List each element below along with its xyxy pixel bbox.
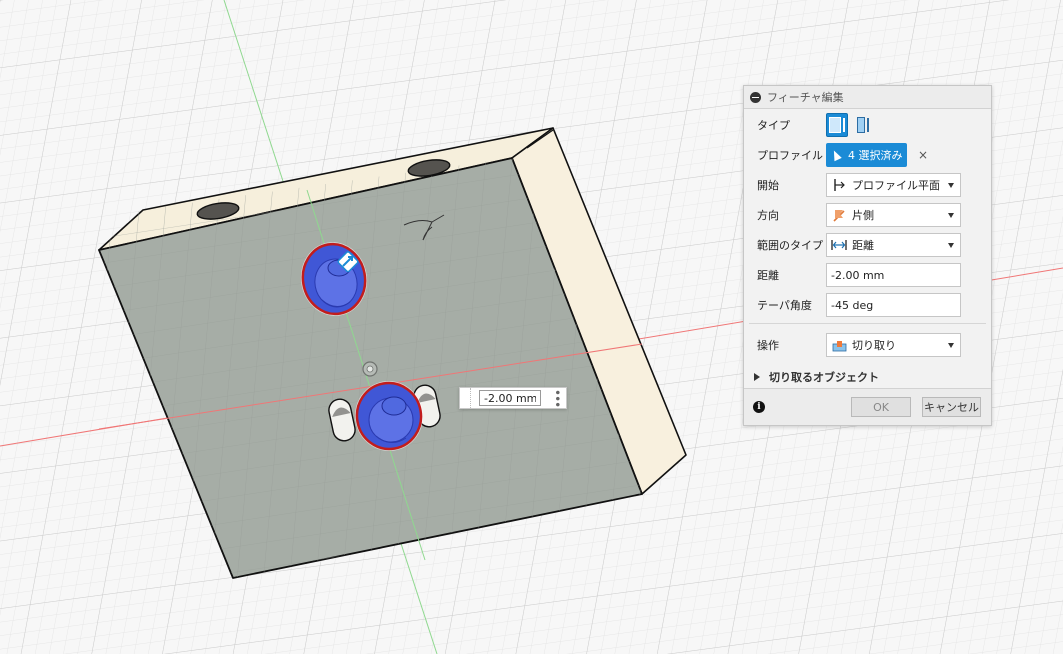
drag-grip-icon[interactable]: [462, 388, 471, 408]
operation-dropdown[interactable]: 切り取り: [826, 333, 961, 357]
row-extent-type: 範囲のタイプ 距離: [744, 232, 991, 258]
row-start: 開始 プロファイル平面: [744, 172, 991, 198]
expand-arrow-icon: [754, 373, 760, 381]
distance-icon: [831, 237, 847, 253]
profile-selected-count: 4 選択済み: [848, 149, 903, 162]
type-label: タイプ: [757, 119, 790, 132]
row-profile: プロファイル 4 選択済み ×: [744, 142, 991, 168]
extent-type-value: 距離: [852, 239, 874, 252]
divider: [749, 323, 986, 324]
chevron-down-icon: [948, 343, 954, 348]
cursor-icon: [830, 148, 842, 162]
distance-input[interactable]: -2.00 mm: [826, 263, 961, 287]
start-label: 開始: [757, 179, 779, 192]
direction-label: 方向: [757, 209, 779, 222]
cut-icon: [831, 337, 847, 353]
dialog-header[interactable]: フィーチャ編集: [744, 86, 991, 109]
solid-extrude-button[interactable]: [826, 113, 848, 137]
distance-label: 距離: [757, 269, 779, 282]
chevron-down-icon: [948, 243, 954, 248]
dialog-footer: i OK キャンセル: [744, 388, 991, 425]
direction-dropdown[interactable]: 片側: [826, 203, 961, 227]
info-icon[interactable]: i: [753, 401, 765, 413]
profile-plane-icon: [831, 177, 847, 193]
row-type: タイプ: [744, 112, 991, 138]
row-operation: 操作 切り取り: [744, 332, 991, 358]
dialog-title: フィーチャ編集: [767, 91, 844, 104]
extent-type-label: 範囲のタイプ: [757, 239, 823, 252]
one-side-icon: [831, 207, 847, 223]
floating-dimension-box: •••: [459, 387, 567, 409]
row-taper-angle: テーパ角度 -45 deg: [744, 292, 991, 318]
chevron-down-icon: [948, 213, 954, 218]
objects-to-cut-expander[interactable]: 切り取るオブジェクト: [754, 369, 879, 385]
ok-button[interactable]: OK: [851, 397, 911, 417]
taper-angle-label: テーパ角度: [757, 299, 812, 312]
operation-value: 切り取り: [852, 339, 896, 352]
operation-label: 操作: [757, 339, 779, 352]
origin-marker[interactable]: [362, 361, 378, 377]
thin-extrude-button[interactable]: [852, 113, 874, 137]
profile-select-button[interactable]: 4 選択済み: [826, 143, 907, 167]
objects-to-cut-label: 切り取るオブジェクト: [769, 371, 879, 384]
distance-value: -2.00 mm: [831, 268, 885, 282]
taper-angle-value: -45 deg: [831, 298, 874, 312]
row-distance: 距離 -2.00 mm: [744, 262, 991, 288]
cancel-button[interactable]: キャンセル: [922, 397, 981, 417]
direction-value: 片側: [852, 209, 874, 222]
clear-selection-icon[interactable]: ×: [918, 148, 928, 162]
taper-angle-input[interactable]: -45 deg: [826, 293, 961, 317]
edit-feature-dialog: フィーチャ編集 タイプ プロファイル 4 選択済み × 開始 プロファイル平面: [743, 85, 992, 426]
more-options-icon[interactable]: •••: [550, 389, 564, 407]
collapse-icon[interactable]: [750, 91, 761, 103]
start-value: プロファイル平面: [852, 179, 940, 192]
row-direction: 方向 片側: [744, 202, 991, 228]
profile-label: プロファイル: [757, 149, 823, 162]
distance-floating-input[interactable]: [479, 390, 541, 406]
extent-type-dropdown[interactable]: 距離: [826, 233, 961, 257]
start-dropdown[interactable]: プロファイル平面: [826, 173, 961, 197]
chevron-down-icon: [948, 183, 954, 188]
